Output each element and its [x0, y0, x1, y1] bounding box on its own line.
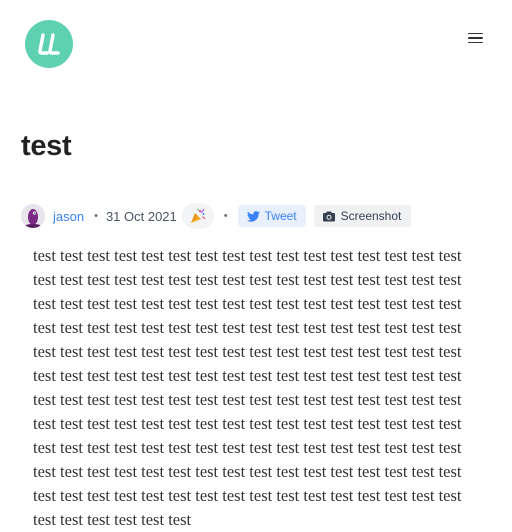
screenshot-button[interactable]: Screenshot — [313, 205, 412, 227]
menu-line — [467, 32, 483, 35]
brand-logo-icon — [38, 33, 60, 55]
separator-dot: • — [94, 210, 98, 222]
hamburger-menu-icon[interactable] — [462, 28, 488, 48]
page-title: test — [21, 130, 72, 162]
avatar[interactable] — [21, 204, 45, 228]
separator-dot: • — [223, 210, 228, 222]
tweet-label: Tweet — [264, 209, 297, 223]
menu-line — [467, 37, 483, 39]
screenshot-label: Screenshot — [340, 209, 402, 223]
avatar-image — [21, 204, 45, 228]
author-link[interactable]: jason — [53, 209, 84, 224]
reaction-button[interactable] — [181, 203, 214, 229]
post-date: 31 Oct 2021 — [105, 208, 177, 224]
post-meta: jason • 31 Oct 2021 • Tweet Screenshot — [21, 203, 412, 229]
logo-link[interactable] — [25, 20, 73, 68]
tweet-button[interactable]: Tweet — [237, 205, 306, 227]
camera-icon — [322, 211, 335, 221]
twitter-icon — [246, 210, 260, 222]
party-popper-icon — [190, 208, 206, 223]
post-body: test test test test test test test test … — [33, 246, 462, 529]
menu-line — [467, 41, 483, 44]
